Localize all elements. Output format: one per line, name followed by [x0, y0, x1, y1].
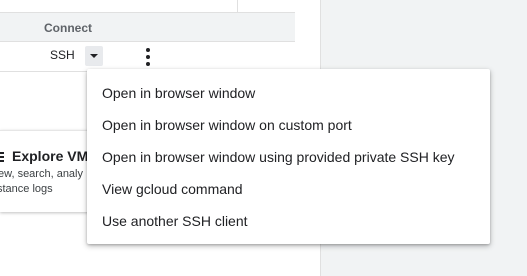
kebab-dot: [146, 48, 150, 52]
column-divider: [237, 0, 238, 12]
menu-item-open-in-browser-custom-port[interactable]: Open in browser window on custom port: [87, 109, 490, 141]
explore-card-description-line-1: ew, search, analy: [0, 168, 83, 180]
top-table-area: [0, 0, 295, 12]
explore-card-description-line-2: stance logs: [0, 183, 53, 195]
menu-item-open-in-browser-window[interactable]: Open in browser window: [87, 77, 490, 109]
menu-item-use-another-ssh-client[interactable]: Use another SSH client: [87, 205, 490, 237]
ssh-dropdown-button[interactable]: [85, 46, 103, 66]
kebab-dot: [146, 62, 150, 66]
explore-card-title: Explore VM: [12, 148, 89, 164]
list-icon: [0, 152, 4, 163]
column-header-connect: Connect: [44, 21, 92, 35]
caret-down-icon: [90, 54, 98, 58]
menu-item-view-gcloud-command[interactable]: View gcloud command: [87, 173, 490, 205]
more-actions-button[interactable]: [140, 46, 156, 68]
ssh-options-menu: Open in browser window Open in browser w…: [87, 69, 490, 244]
menu-item-open-in-browser-private-key[interactable]: Open in browser window using provided pr…: [87, 141, 490, 173]
table-header: Connect: [0, 12, 295, 42]
kebab-dot: [146, 55, 150, 59]
table-row: SSH: [0, 42, 295, 72]
ssh-button[interactable]: SSH: [50, 48, 75, 62]
